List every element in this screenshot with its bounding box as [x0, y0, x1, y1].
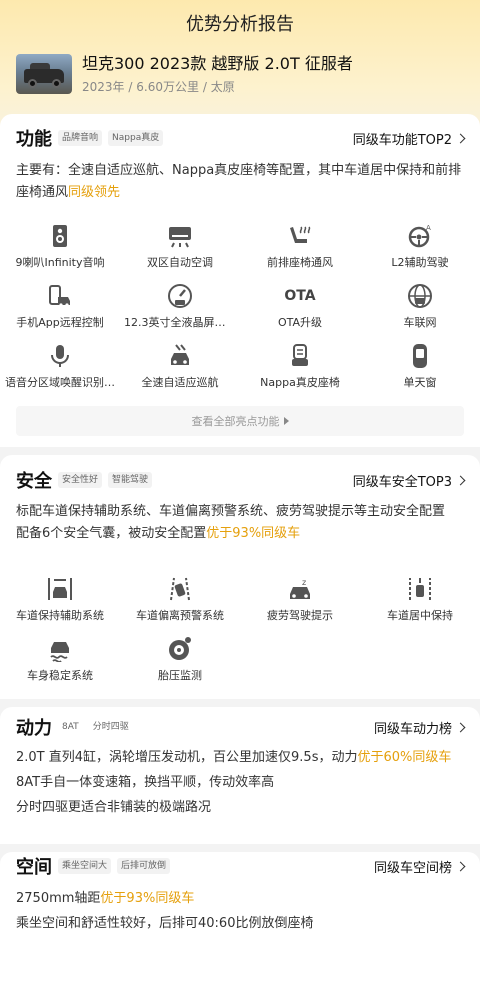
feature-item[interactable]: Nappa真皮座椅 [240, 342, 360, 402]
space-heading: 空间 [16, 857, 52, 878]
space-tag: 乘坐空间大 [58, 858, 112, 874]
feature-item[interactable]: 车道保持辅助系统 [0, 575, 120, 635]
chevron-right-icon [455, 722, 466, 732]
feature-item[interactable]: z 疲劳驾驶提示 [240, 575, 360, 635]
function-description: 主要有：全速自适应巡航、Nappa真皮座椅等配置，其中车道居中保持和前排座椅通风… [16, 163, 462, 200]
microphone-icon [46, 342, 74, 370]
power-tag: 8AT [62, 722, 79, 732]
lane-center-icon [406, 575, 434, 603]
fatigue-icon: z [286, 575, 314, 603]
ota-icon: OTA [284, 288, 316, 304]
chevron-right-icon [455, 861, 466, 871]
feature-item[interactable]: A L2辅助驾驶 [360, 222, 480, 282]
chevron-right-icon [455, 475, 466, 485]
power-description: 2.0T 直列4缸，涡轮增压发动机，百公里加速仅9.5s，动力优于60%同级车 … [16, 750, 452, 815]
svg-text:z: z [302, 578, 306, 587]
page-title: 优势分析报告 [186, 14, 294, 35]
feature-item[interactable]: OTA OTA升级 [240, 282, 360, 342]
feature-item[interactable]: 车联网 [360, 282, 480, 342]
lane-keep-icon [46, 575, 74, 603]
feature-item[interactable]: 车道偏离预警系统 [120, 575, 240, 635]
feature-item[interactable]: 胎压监测 [120, 635, 240, 695]
feature-item[interactable]: 单天窗 [360, 342, 480, 402]
car-thumbnail [16, 54, 72, 94]
power-card: 动力 8AT 分时四驱 同级车动力榜 2.0T 直列4缸，涡轮增压发动机，百公里… [0, 707, 480, 844]
safety-tag: 安全性好 [58, 472, 103, 488]
view-all-features-button[interactable]: 查看全部亮点功能 [16, 406, 464, 436]
function-tag: Nappa真皮 [108, 130, 164, 146]
triangle-right-icon [283, 417, 289, 425]
safety-card: 安全 安全性好 智能驾驶 同级车安全TOP3 标配车道保持辅助系统、车道偏离预警… [0, 455, 480, 699]
safety-tag: 智能驾驶 [108, 472, 153, 488]
safety-heading: 安全 [16, 471, 52, 492]
svg-text:A: A [426, 224, 431, 232]
function-card: 功能 品牌音响 Nappa真皮 同级车功能TOP2 主要有：全速自适应巡航、Na… [0, 114, 480, 447]
power-heading: 动力 [16, 718, 52, 739]
safety-feature-grid: 车道保持辅助系统 车道偏离预警系统 z 疲劳驾驶提示 车道居中保持 车身稳定系统… [0, 575, 480, 695]
function-heading: 功能 [16, 129, 52, 150]
space-description: 2750mm轴距优于93%同级车 乘坐空间和舒适性较好，后排可40:60比例放倒… [16, 891, 314, 931]
stability-icon [46, 635, 74, 663]
steering-assist-icon: A [406, 222, 434, 250]
car-meta: 2023年 / 6.60万公里 / 太原 [82, 80, 235, 94]
tire-pressure-icon [166, 635, 194, 663]
feature-item[interactable]: 12.3英寸全液晶屏幕… [120, 282, 240, 342]
feature-item[interactable]: 9喇叭Infinity音响 [0, 222, 120, 282]
feature-item[interactable]: 手机App远程控制 [0, 282, 120, 342]
feature-item[interactable]: 前排座椅通风 [240, 222, 360, 282]
function-rank-link[interactable]: 同级车功能TOP2 [353, 129, 466, 148]
space-card: 空间 乘坐空间大 后排可放倒 同级车空间榜 2750mm轴距优于93%同级车 乘… [0, 852, 480, 995]
feature-item[interactable]: 车身稳定系统 [0, 635, 120, 695]
car-summary[interactable]: 坦克300 2023款 越野版 2.0T 征服者 2023年 / 6.60万公里… [16, 52, 353, 96]
safety-rank-link[interactable]: 同级车安全TOP3 [353, 471, 466, 490]
feature-item[interactable]: 全速自适应巡航 [120, 342, 240, 402]
feature-item[interactable]: 双区自动空调 [120, 222, 240, 282]
leather-seat-icon [286, 342, 314, 370]
lcd-gauge-icon [166, 282, 194, 310]
car-name: 坦克300 2023款 越野版 2.0T 征服者 [82, 54, 353, 73]
ac-icon [166, 222, 194, 250]
function-tag: 品牌音响 [58, 130, 103, 146]
car-year: 2023年 [82, 80, 125, 94]
seat-ventilation-icon [286, 222, 314, 250]
safety-description: 标配车道保持辅助系统、车道偏离预警系统、疲劳驾驶提示等主动安全配置 配备6个安全… [16, 504, 446, 541]
sunroof-icon [406, 342, 434, 370]
power-tag: 分时四驱 [92, 722, 129, 732]
space-tag: 后排可放倒 [117, 858, 171, 874]
connected-car-icon [406, 282, 434, 310]
space-rank-link[interactable]: 同级车空间榜 [374, 857, 466, 876]
speaker-icon [46, 222, 74, 250]
car-mileage: 6.60万公里 [136, 80, 199, 94]
chevron-right-icon [455, 133, 466, 143]
power-rank-link[interactable]: 同级车动力榜 [374, 718, 466, 737]
adaptive-cruise-icon [166, 342, 194, 370]
feature-item[interactable]: 语音分区域唤醒识别… [0, 342, 120, 402]
car-city: 太原 [210, 80, 235, 94]
lane-departure-icon [166, 575, 194, 603]
phone-car-icon [46, 282, 74, 310]
feature-item[interactable]: 车道居中保持 [360, 575, 480, 635]
function-feature-grid: 9喇叭Infinity音响 双区自动空调 前排座椅通风 A L2辅助驾驶 手机A… [0, 222, 480, 402]
